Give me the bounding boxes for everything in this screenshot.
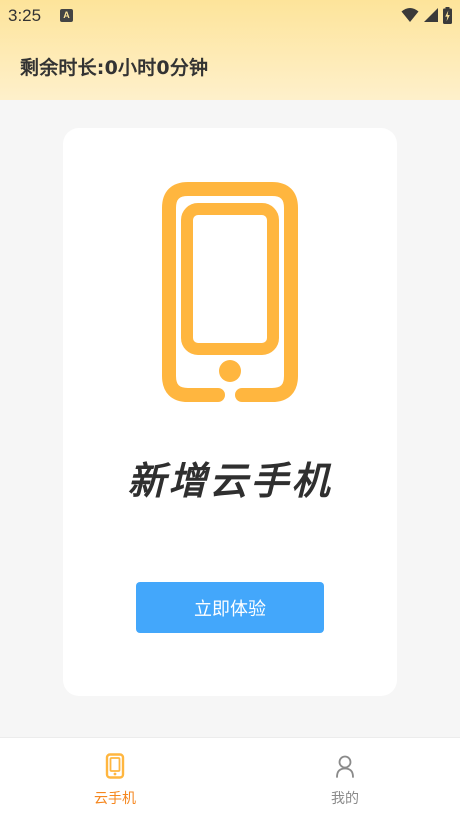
remaining-time: 剩余时长:0小时0分钟	[20, 57, 209, 79]
wifi-icon	[401, 8, 419, 22]
try-now-button[interactable]: 立即体验	[136, 582, 324, 633]
notification-letter: A	[63, 10, 70, 20]
phone-icon	[162, 182, 298, 402]
nav-label-cloud-phone: 云手机	[94, 791, 136, 807]
nav-tab-cloud-phone[interactable]: 云手机	[0, 738, 230, 820]
status-bar: 3:25 A	[0, 0, 460, 32]
battery-charging-icon	[443, 6, 452, 24]
nav-tab-mine[interactable]: 我的	[230, 738, 460, 820]
a-notification-icon: A	[60, 9, 73, 22]
bottom-nav: 云手机 我的	[0, 737, 460, 820]
phone-icon	[105, 753, 125, 779]
signal-icon	[424, 8, 438, 22]
status-icons	[401, 6, 452, 24]
user-icon	[336, 755, 354, 778]
add-phone-card: 新增云手机 立即体验	[63, 128, 397, 696]
card-title: 新增云手机	[127, 459, 333, 503]
nav-label-mine: 我的	[331, 791, 359, 807]
status-time: 3:25	[8, 6, 42, 25]
